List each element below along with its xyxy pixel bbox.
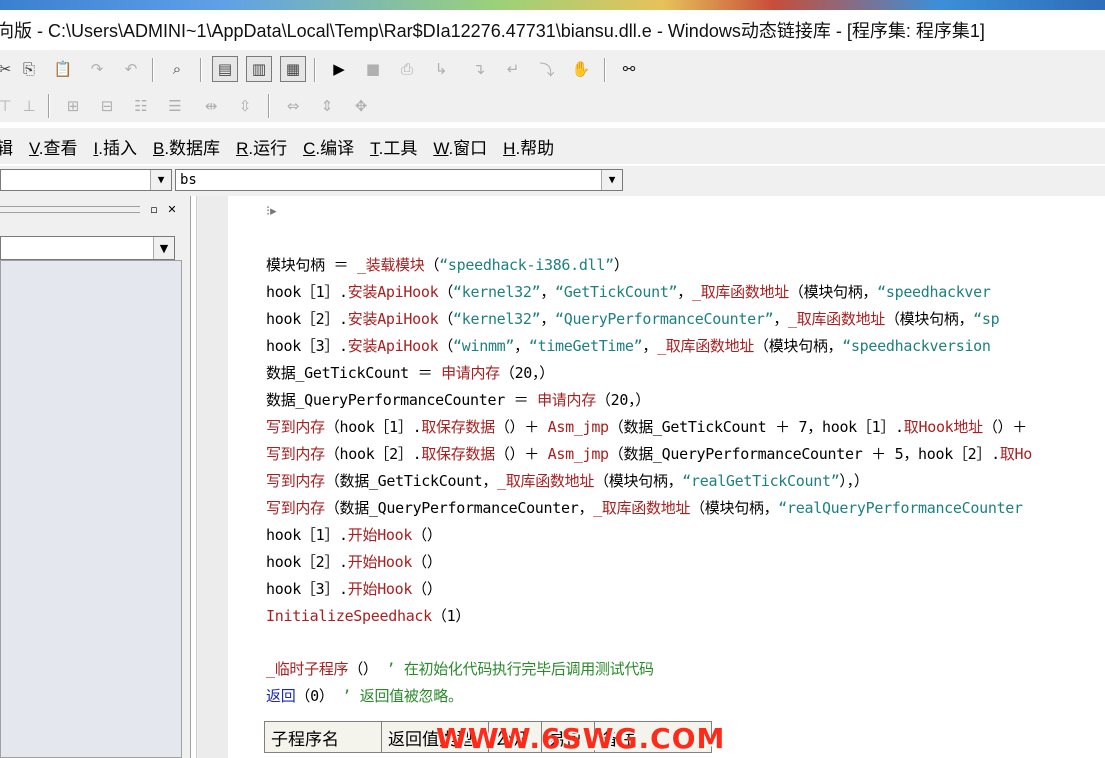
close-icon[interactable]: ✕: [165, 202, 179, 216]
size-icon-2[interactable]: ⇕: [314, 93, 340, 119]
menu-bar: 辑 V.查看 I.插入 B.数据库 R.运行 C.编译 T.工具 W.窗口 H.…: [0, 128, 1105, 164]
chevron-down-icon[interactable]: ▼: [150, 170, 171, 190]
align-icon-8[interactable]: ⇳: [232, 93, 258, 119]
toolbar-separator: [152, 58, 154, 82]
selector-bar: ▼ bs ▼: [0, 166, 1105, 196]
align-icon-2[interactable]: ⊥: [16, 93, 42, 119]
toolbar-separator: [604, 58, 606, 82]
align-icon-5[interactable]: ☷: [128, 93, 154, 119]
code-line[interactable]: 写到内存（hook［2］.取保存数据（）＋ Asm_jmp（数据_QueryPe…: [266, 443, 1032, 464]
stop-icon[interactable]: ■: [360, 56, 386, 82]
code-line[interactable]: hook［3］.安装ApiHook（“winmm”，“timeGetTime”，…: [266, 335, 991, 356]
fold-icon[interactable]: ⁝▸: [266, 204, 277, 219]
run-icon[interactable]: ▶: [326, 56, 352, 82]
code-line[interactable]: _临时子程序（） ’ 在初始化代码执行完毕后调用测试代码: [266, 658, 654, 679]
left-panel: ▫ ✕ ▼: [0, 196, 191, 758]
taskbar-strip: [0, 0, 1105, 10]
size-icon-3[interactable]: ✥: [348, 93, 374, 119]
code-line[interactable]: 写到内存（数据_QueryPerformanceCounter，_取库函数地址（…: [266, 497, 1023, 518]
panel-combo[interactable]: ▼: [0, 236, 175, 260]
chevron-down-icon[interactable]: ▼: [153, 237, 174, 259]
code-line[interactable]: 返回（0） ’ 返回值被忽略。: [266, 685, 463, 706]
toolbar-separator: [314, 58, 316, 82]
panel-list[interactable]: [0, 260, 182, 758]
menu-insert[interactable]: I.插入: [94, 134, 137, 159]
code-line[interactable]: 写到内存（数据_GetTickCount，_取库函数地址（模块句柄，“realG…: [266, 470, 869, 491]
code-line[interactable]: hook［1］.安装ApiHook（“kernel32”，“GetTickCou…: [266, 281, 991, 302]
chevron-down-icon[interactable]: ▼: [601, 170, 622, 190]
menu-run[interactable]: R.运行: [236, 134, 287, 159]
panel-grip[interactable]: [0, 206, 140, 213]
code-line[interactable]: 数据_GetTickCount ＝ 申请内存（20，）: [266, 362, 554, 383]
code-line[interactable]: hook［2］.安装ApiHook（“kernel32”，“QueryPerfo…: [266, 308, 1000, 329]
procedure-combo[interactable]: bs ▼: [175, 169, 623, 191]
undo-icon[interactable]: ↶: [118, 56, 144, 82]
align-icon-7[interactable]: ⇹: [198, 93, 224, 119]
step-icon-5[interactable]: ⤵: [534, 56, 560, 82]
procedure-combo-value: bs: [180, 172, 197, 188]
copy-icon[interactable]: ⎘: [16, 56, 42, 82]
toolbar-separator: [200, 58, 202, 82]
window-title: 向版 - C:\Users\ADMINI~1\AppData\Local\Tem…: [0, 21, 985, 41]
main-toolbar: ✂ ⎘ 📋 ↷ ↶ ⌕ ▤ ▥ ▦ ▶ ■ ⎙ ↳ ↴ ↵ ⤵ ✋ ⚯: [0, 50, 1105, 90]
align-icon-3[interactable]: ⊞: [60, 93, 86, 119]
code-line[interactable]: 数据_QueryPerformanceCounter ＝ 申请内存（20，）: [266, 389, 650, 410]
hand-icon[interactable]: ✋: [568, 56, 594, 82]
binoculars-icon[interactable]: ⚯: [616, 56, 642, 82]
code-line[interactable]: InitializeSpeedhack（1）: [266, 605, 470, 626]
toolbar-separator: [268, 94, 270, 118]
code-line[interactable]: 模块句柄 ＝ _装载模块（“speedhack-i386.dll”）: [266, 254, 629, 275]
menu-view[interactable]: V.查看: [29, 134, 78, 159]
layout-icon-3[interactable]: ▦: [280, 56, 306, 82]
step-icon-3[interactable]: ↴: [466, 56, 492, 82]
menu-window[interactable]: W.窗口: [433, 134, 487, 159]
code-line[interactable]: hook［2］.开始Hook（）: [266, 551, 442, 572]
step-icon-1[interactable]: ⎙: [394, 56, 420, 82]
layout-icon-2[interactable]: ▥: [246, 56, 272, 82]
menu-edit[interactable]: 辑: [0, 134, 13, 159]
object-combo[interactable]: ▼: [0, 169, 172, 191]
align-toolbar: ⊤ ⊥ ⊞ ⊟ ☷ ☰ ⇹ ⇳ ⇔ ⇕ ✥: [0, 90, 1105, 122]
step-icon-2[interactable]: ↳: [428, 56, 454, 82]
watermark-text: WWW.6SWG.COM: [436, 722, 726, 755]
size-icon-1[interactable]: ⇔: [280, 93, 306, 119]
restore-icon[interactable]: ▫: [147, 202, 161, 216]
menu-tools[interactable]: T.工具: [370, 134, 417, 159]
step-icon-4[interactable]: ↵: [500, 56, 526, 82]
window-title-bar: 向版 - C:\Users\ADMINI~1\AppData\Local\Tem…: [0, 10, 1105, 50]
menu-help[interactable]: H.帮助: [503, 134, 554, 159]
find-icon[interactable]: ⌕: [164, 56, 190, 82]
code-line[interactable]: hook［1］.开始Hook（）: [266, 524, 442, 545]
align-icon-4[interactable]: ⊟: [94, 93, 120, 119]
toolbar-separator: [48, 94, 50, 118]
redo-icon[interactable]: ↷: [84, 56, 110, 82]
editor-gutter: [196, 196, 229, 758]
align-icon-6[interactable]: ☰: [162, 93, 188, 119]
code-editor[interactable]: ⁝▸ 模块句柄 ＝ _装载模块（“speedhack-i386.dll”） ho…: [228, 196, 1105, 758]
code-line[interactable]: hook［3］.开始Hook（）: [266, 578, 442, 599]
paste-icon[interactable]: 📋: [50, 56, 76, 82]
table-header-cell: 子程序名: [264, 721, 382, 753]
code-line[interactable]: 写到内存（hook［1］.取保存数据（）＋ Asm_jmp（数据_GetTick…: [266, 416, 1027, 437]
menu-database[interactable]: B.数据库: [153, 134, 220, 159]
layout-icon-1[interactable]: ▤: [212, 56, 238, 82]
menu-compile[interactable]: C.编译: [303, 134, 354, 159]
